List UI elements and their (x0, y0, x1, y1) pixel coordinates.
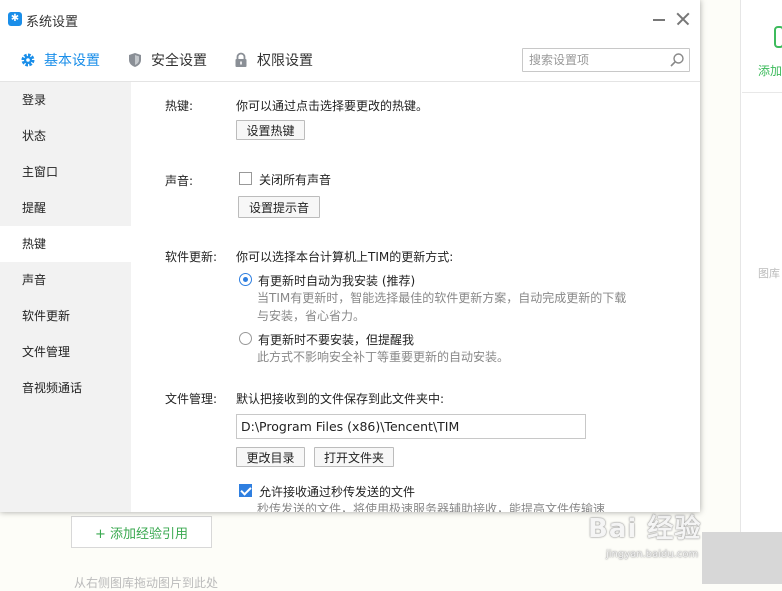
title-bar[interactable]: ✱ 系统设置 (0, 0, 700, 38)
download-path-field[interactable] (236, 414, 586, 439)
sound-section-label: 声音: (165, 174, 194, 188)
auto-install-description: 当TIM有更新时，智能选择最佳的软件更新方案，自动完成更新的下载与安装，省心省力… (257, 291, 627, 323)
window-title: 系统设置 (26, 15, 79, 30)
sidebar-item-login[interactable]: 登录 (0, 82, 131, 118)
change-directory-button[interactable]: 更改目录 (236, 447, 305, 467)
set-notification-sound-button[interactable]: 设置提示音 (238, 196, 320, 218)
tab-bar: 基本设置 安全设置 权限设置 (0, 38, 700, 82)
close-button[interactable] (674, 10, 692, 28)
minimize-button[interactable] (650, 10, 668, 28)
mute-all-label[interactable]: 关闭所有声音 (259, 171, 331, 188)
settings-dialog: ✱ 系统设置 基本设置 安全设置 权限设置 搜索设置项 登录 状态 主窗口 提醒… (0, 0, 700, 512)
tab-label: 权限设置 (257, 52, 313, 69)
add-label[interactable]: 添加 (758, 62, 782, 79)
tab-basic-settings[interactable]: 基本设置 (20, 38, 100, 81)
sidebar-item-status[interactable]: 状态 (0, 118, 131, 154)
instant-transfer-checkbox[interactable] (239, 484, 252, 497)
notify-only-description: 此方式不影响安全补丁等重要更新的自动安装。 (257, 350, 510, 364)
add-reference-button[interactable]: + 添加经验引用 (71, 516, 212, 548)
mute-all-checkbox[interactable] (239, 172, 252, 185)
file-description: 默认把接收到的文件保存到此文件夹中: (236, 392, 445, 406)
watermark-url: jingyan.baidu.com (606, 549, 699, 560)
instant-transfer-description: 秒传发送的文件，将使用极速服务器辅助接收，能提高文件传输速 (257, 502, 606, 512)
gear-icon (21, 53, 35, 66)
tab-label: 安全设置 (151, 52, 207, 69)
auto-install-radio[interactable] (239, 273, 252, 286)
tab-security-settings[interactable]: 安全设置 (127, 38, 207, 81)
settings-sidebar: 登录 状态 主窗口 提醒 热键 声音 软件更新 文件管理 音视频通话 (0, 82, 131, 512)
notify-only-radio[interactable] (239, 332, 252, 345)
notify-only-label[interactable]: 有更新时不要安装，但提醒我 (258, 331, 414, 348)
set-hotkey-button[interactable]: 设置热键 (236, 120, 305, 140)
sidebar-item-reminder[interactable]: 提醒 (0, 190, 131, 226)
settings-content: 热键: 你可以通过点击选择要更改的热键。 设置热键 声音: 关闭所有声音 设置提… (131, 82, 700, 512)
hotkey-description: 你可以通过点击选择要更改的热键。 (236, 99, 429, 113)
shield-icon (129, 52, 141, 67)
update-description: 你可以选择本台计算机上TIM的更新方式: (236, 250, 454, 264)
background-right-panel (740, 0, 782, 584)
divider (742, 92, 782, 93)
watermark: Bai 经验 jingyan.baidu.com (588, 508, 738, 568)
auto-install-label[interactable]: 有更新时自动为我安装 (推荐) (258, 272, 415, 289)
sidebar-item-software-update[interactable]: 软件更新 (0, 298, 131, 334)
hotkey-section-label: 热键: (165, 99, 194, 113)
lock-icon (235, 52, 247, 67)
update-section-label: 软件更新: (165, 250, 218, 264)
search-input[interactable] (523, 49, 669, 71)
add-icon[interactable] (774, 26, 782, 48)
settings-search-box[interactable] (522, 48, 690, 72)
open-folder-button[interactable]: 打开文件夹 (314, 447, 394, 467)
tab-permission-settings[interactable]: 权限设置 (233, 38, 313, 81)
sidebar-item-file-management[interactable]: 文件管理 (0, 334, 131, 370)
sidebar-item-av-call[interactable]: 音视频通话 (0, 370, 131, 406)
tim-logo-icon: ✱ (8, 12, 22, 26)
sidebar-item-main-window[interactable]: 主窗口 (0, 154, 131, 190)
file-section-label: 文件管理: (165, 392, 218, 406)
gallery-label: 图库 (758, 267, 780, 280)
sidebar-item-sound[interactable]: 声音 (0, 262, 131, 298)
search-icon[interactable] (669, 52, 685, 68)
sidebar-item-hotkey[interactable]: 热键 (0, 226, 131, 262)
watermark-brand: Bai 经验 (588, 514, 702, 544)
tab-label: 基本设置 (44, 52, 100, 69)
instant-transfer-label[interactable]: 允许接收通过秒传发送的文件 (259, 483, 415, 500)
drag-hint: 从右侧图库拖动图片到此处 (74, 576, 219, 590)
